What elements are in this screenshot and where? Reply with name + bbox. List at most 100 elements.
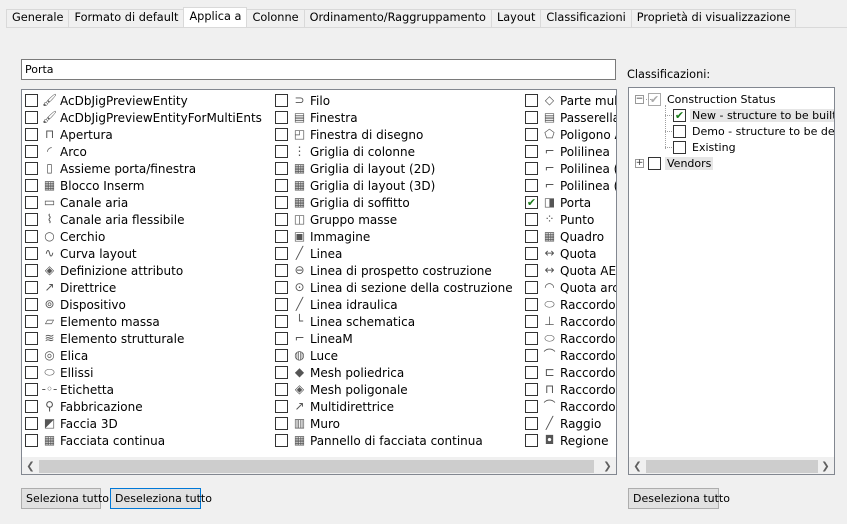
checkbox[interactable] <box>525 94 538 107</box>
checkbox[interactable] <box>25 332 38 345</box>
object-type-item[interactable]: ◎ Elica <box>25 347 262 364</box>
object-type-item[interactable]: ▦ Griglia di layout (2D) <box>275 160 513 177</box>
object-type-item[interactable]: ⊓ Raccordo t <box>525 381 616 398</box>
object-type-item[interactable]: ▯ Assieme porta/finestra <box>25 160 262 177</box>
tab-formato-di-default[interactable]: Formato di default <box>68 9 185 27</box>
object-type-item[interactable]: ⊖ Linea di prospetto costruzione <box>275 262 513 279</box>
object-type-item[interactable]: ⌒ Raccordo t <box>525 398 616 415</box>
object-type-item[interactable]: └ Linea schematica <box>275 313 513 330</box>
checkbox[interactable] <box>25 298 38 311</box>
checkbox[interactable] <box>25 400 38 413</box>
select-all-button[interactable]: Seleziona tutto <box>21 488 109 509</box>
checkbox[interactable] <box>275 94 288 107</box>
checkbox[interactable] <box>275 349 288 362</box>
object-type-item[interactable]: ◘ Regione <box>525 432 616 449</box>
object-type-item[interactable]: 🖌 AcDbJigPreviewEntity <box>25 92 262 109</box>
object-type-item[interactable]: ⌒ Raccordo p <box>525 347 616 364</box>
tab-applica-a[interactable]: Applica a <box>183 7 248 27</box>
object-type-item[interactable]: ▦ Facciata continua <box>25 432 262 449</box>
checkbox[interactable] <box>25 179 38 192</box>
checkbox[interactable] <box>525 315 538 328</box>
object-type-item[interactable]: ⋮ Griglia di colonne <box>275 143 513 160</box>
checkbox[interactable] <box>275 111 288 124</box>
object-type-item[interactable]: ↗ Direttrice <box>25 279 262 296</box>
expand-icon[interactable]: + <box>635 158 644 168</box>
checkbox[interactable] <box>525 162 538 175</box>
object-type-item[interactable]: ▱ Elemento massa <box>25 313 262 330</box>
tree-item[interactable]: Demo - structure to be demolished <box>673 123 834 139</box>
object-type-item[interactable]: -◦- Etichetta <box>25 381 262 398</box>
checkbox[interactable] <box>275 366 288 379</box>
object-type-item[interactable]: ⌐ Polilinea (2 <box>525 160 616 177</box>
checkbox[interactable] <box>25 128 38 141</box>
object-type-item[interactable]: ◜ Arco <box>25 143 262 160</box>
checkbox[interactable] <box>275 434 288 447</box>
checkbox[interactable] <box>25 196 38 209</box>
scroll-left-arrow-icon[interactable]: ❮ <box>629 458 646 474</box>
tree-horizontal-scrollbar[interactable]: ❮ ❯ <box>629 457 834 474</box>
checkbox[interactable] <box>525 128 538 141</box>
checkbox[interactable] <box>673 124 686 138</box>
object-type-item[interactable]: ▥ Muro <box>275 415 513 432</box>
object-type-item[interactable]: ⌐ Polilinea <box>525 143 616 160</box>
tree-category[interactable]: − ✔ Construction Status <box>635 91 778 107</box>
checkbox[interactable] <box>25 247 38 260</box>
checkbox[interactable] <box>275 383 288 396</box>
tree-item[interactable]: ✔ New - structure to be built <box>673 107 834 123</box>
scroll-thumb[interactable] <box>646 460 818 473</box>
object-type-item[interactable]: ○ Cerchio <box>25 228 262 245</box>
checkbox[interactable] <box>525 179 538 192</box>
object-type-item[interactable]: ▦ Blocco Inserm <box>25 177 262 194</box>
checkbox[interactable] <box>525 264 538 277</box>
object-type-item[interactable]: ◠ Quota arc <box>525 279 616 296</box>
checkbox[interactable] <box>275 179 288 192</box>
checkbox[interactable] <box>25 349 38 362</box>
object-type-item[interactable]: ◈ Mesh poligonale <box>275 381 513 398</box>
object-type-item[interactable]: ▤ Finestra <box>275 109 513 126</box>
checkbox[interactable] <box>25 94 38 107</box>
checkbox[interactable] <box>525 434 538 447</box>
checkbox[interactable] <box>275 247 288 260</box>
checkbox[interactable] <box>275 264 288 277</box>
checkbox[interactable] <box>25 213 38 226</box>
checkbox[interactable] <box>25 162 38 175</box>
checkbox[interactable] <box>275 230 288 243</box>
checkbox[interactable] <box>525 366 538 379</box>
object-type-item[interactable]: ⊏ Raccordo p <box>525 364 616 381</box>
scroll-right-arrow-icon[interactable]: ❯ <box>817 458 834 474</box>
checkbox[interactable] <box>275 298 288 311</box>
scroll-left-arrow-icon[interactable]: ❮ <box>22 458 39 474</box>
checkbox[interactable] <box>275 332 288 345</box>
object-type-item[interactable]: ≋ Elemento strutturale <box>25 330 262 347</box>
tab-propriet-di-visualizzazione[interactable]: Proprietà di visualizzazione <box>630 9 797 27</box>
object-type-item[interactable]: ⁘ Punto <box>525 211 616 228</box>
checkbox[interactable] <box>275 315 288 328</box>
scroll-thumb[interactable] <box>39 460 594 473</box>
checkbox[interactable] <box>25 264 38 277</box>
checkbox[interactable] <box>525 417 538 430</box>
object-type-item[interactable]: ⌐ Polilinea (3 <box>525 177 616 194</box>
checkbox[interactable] <box>275 417 288 430</box>
checkbox[interactable] <box>25 230 38 243</box>
object-type-item[interactable]: ▦ Quadro <box>525 228 616 245</box>
checkbox[interactable] <box>25 383 38 396</box>
checkbox[interactable] <box>525 213 538 226</box>
object-type-item[interactable]: ⬭ Raccordo p <box>525 330 616 347</box>
object-type-item[interactable]: ◰ Finestra di disegno <box>275 126 513 143</box>
object-type-item[interactable]: ⊙ Linea di sezione della costruzione <box>275 279 513 296</box>
object-type-item[interactable]: ⊓ Apertura <box>25 126 262 143</box>
tree-category[interactable]: + Vendors <box>635 155 714 171</box>
object-type-item[interactable]: ◍ Luce <box>275 347 513 364</box>
object-type-item[interactable]: ◇ Parte mult <box>525 92 616 109</box>
tab-generale[interactable]: Generale <box>6 9 70 27</box>
object-type-item[interactable]: ⚲ Fabbricazione <box>25 398 262 415</box>
checkbox[interactable] <box>275 145 288 158</box>
object-type-item[interactable]: ▦ Griglia di layout (3D) <box>275 177 513 194</box>
checkbox[interactable] <box>25 434 38 447</box>
tree-item[interactable]: Existing <box>673 139 738 155</box>
checkbox[interactable] <box>525 332 538 345</box>
checkbox[interactable] <box>275 196 288 209</box>
checkbox[interactable] <box>525 230 538 243</box>
checkbox[interactable] <box>275 162 288 175</box>
checkbox[interactable] <box>25 417 38 430</box>
